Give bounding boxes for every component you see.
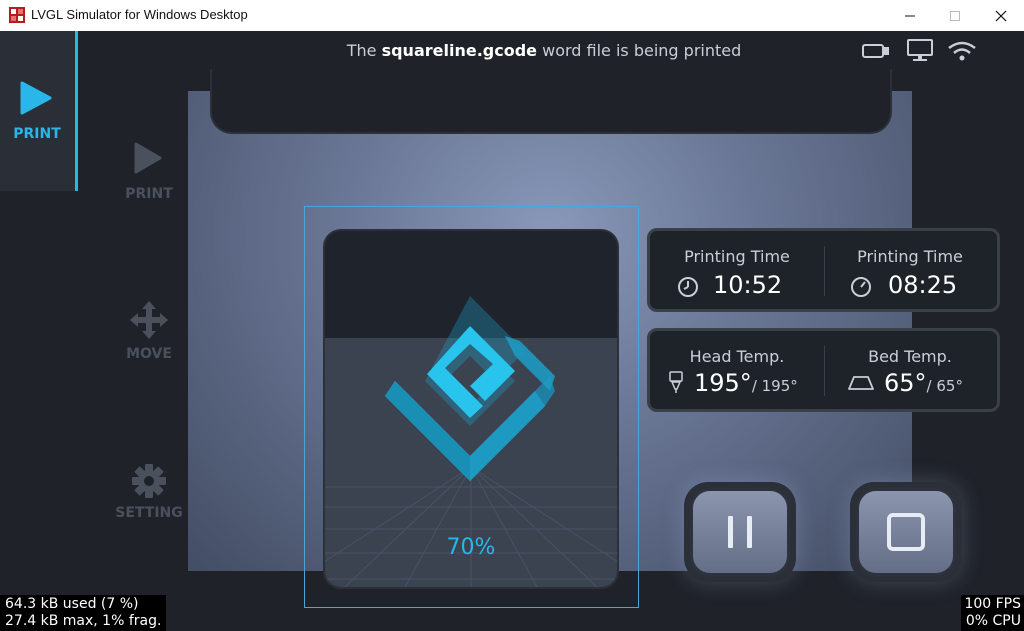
sidebar-item-move[interactable]: MOVE — [108, 301, 190, 371]
print-progress-card: 70% — [323, 229, 619, 589]
close-button[interactable] — [978, 0, 1024, 31]
head-temp-value: 195° — [694, 369, 752, 397]
stop-button[interactable] — [850, 482, 962, 582]
memory-max-text: 27.4 kB max, 1% frag. — [5, 613, 162, 629]
minimize-icon — [905, 15, 915, 16]
cpu-text: 0% CPU — [965, 613, 1021, 629]
maximize-icon — [950, 10, 960, 21]
message-prefix: The — [346, 41, 377, 60]
sidebar-item-label: MOVE — [126, 346, 172, 362]
move-arrows-icon — [130, 301, 168, 339]
squareline-logo-icon — [385, 296, 555, 481]
lvgl-logo-icon — [9, 7, 25, 23]
sidebar-item-label: SETTING — [115, 505, 183, 521]
window-title: LVGL Simulator for Windows Desktop — [31, 7, 248, 22]
elapsed-time-label: Printing Time — [684, 247, 790, 266]
play-icon — [134, 142, 162, 174]
bed-temp-target: / 65° — [926, 377, 963, 395]
sidebar-item-label: PRINT — [125, 186, 173, 202]
simulator-screen: PRINT PRINT MOVE SETTING The squareline.… — [0, 31, 1024, 631]
memory-used-text: 64.3 kB used (7 %) — [5, 596, 139, 612]
pause-icon — [728, 516, 752, 548]
remaining-time-label: Printing Time — [857, 247, 963, 266]
performance-monitor: 100 FPS 0% CPU — [961, 595, 1024, 631]
head-temp-label: Head Temp. — [689, 347, 785, 366]
bed-temp-value: 65° — [884, 369, 927, 397]
memory-monitor: 64.3 kB used (7 %) 27.4 kB max, 1% frag. — [0, 595, 167, 631]
pause-button[interactable] — [684, 482, 796, 582]
stop-icon — [887, 513, 925, 551]
pause-button-face — [690, 488, 790, 576]
message-filename: squareline.gcode — [381, 41, 538, 60]
sd-card-icon — [862, 44, 889, 58]
monitor-icon — [907, 39, 933, 61]
sidebar-item-setting[interactable]: SETTING — [108, 461, 190, 531]
play-icon — [20, 81, 52, 115]
head-temp-target: / 195° — [751, 377, 798, 395]
printer-panel-notch — [210, 69, 892, 134]
head-temp-reading: 195°/ 195° — [694, 369, 798, 397]
sidebar-item-print[interactable]: PRINT — [108, 136, 190, 206]
bed-temp-reading: 65°/ 65° — [884, 369, 963, 397]
progress-percent-label: 70% — [446, 535, 496, 560]
timer-icon — [851, 277, 871, 297]
gear-icon — [132, 464, 166, 498]
minimize-button[interactable] — [887, 0, 933, 31]
printing-time-card: Printing Time 10:52 Printing Time 08:25 — [647, 228, 1000, 312]
close-icon — [995, 10, 1007, 21]
wifi-icon — [948, 41, 976, 61]
window-titlebar: LVGL Simulator for Windows Desktop — [0, 0, 1024, 31]
elapsed-time-value: 10:52 — [713, 271, 783, 299]
heated-bed-icon — [848, 376, 874, 390]
maximize-button[interactable] — [932, 0, 978, 31]
clock-icon — [678, 277, 698, 297]
message-suffix: word file is being printed — [542, 41, 742, 60]
stop-button-face — [856, 488, 956, 576]
nozzle-icon — [669, 371, 683, 393]
sidebar-item-label: PRINT — [13, 126, 61, 142]
temperature-card: Head Temp. 195°/ 195° Bed Temp. 65°/ 65° — [647, 328, 1000, 412]
bed-temp-label: Bed Temp. — [868, 347, 952, 366]
remaining-time-value: 08:25 — [888, 271, 958, 299]
fps-text: 100 FPS — [964, 596, 1021, 612]
